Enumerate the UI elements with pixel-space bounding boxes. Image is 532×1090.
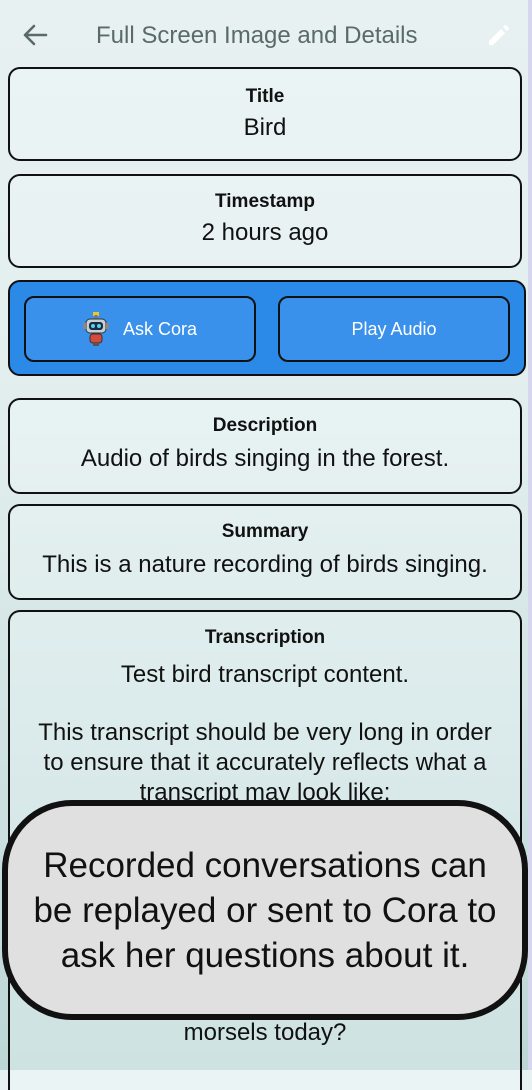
timestamp-card: Timestamp 2 hours ago: [8, 174, 522, 268]
timestamp-value: 2 hours ago: [201, 219, 329, 246]
action-bar: Ask Cora Play Audio: [8, 280, 526, 376]
summary-label: Summary: [221, 521, 309, 542]
transcription-first-line: Test bird transcript content.: [120, 661, 410, 688]
transcription-paragraph: This transcript should be very long in o…: [38, 719, 492, 806]
pencil-icon[interactable]: [484, 20, 514, 50]
transcription-tail: morsels today?: [183, 1019, 347, 1046]
summary-value: This is a nature recording of birds sing…: [42, 551, 488, 578]
description-card: Description Audio of birds singing in th…: [8, 398, 522, 494]
ask-cora-button[interactable]: Ask Cora: [24, 296, 256, 362]
summary-card: Summary This is a nature recording of bi…: [8, 504, 522, 600]
description-label: Description: [212, 415, 318, 436]
timestamp-label: Timestamp: [215, 191, 315, 212]
play-audio-button[interactable]: Play Audio: [278, 296, 510, 362]
robot-icon: [82, 312, 109, 346]
arrow-left-icon[interactable]: [20, 20, 50, 50]
transcription-label: Transcription: [204, 627, 326, 648]
description-value: Audio of birds singing in the forest.: [80, 445, 450, 472]
play-audio-label: Play Audio: [351, 318, 437, 339]
screen-edge: [528, 0, 532, 1070]
app-bar: Full Screen Image and Details: [0, 0, 532, 68]
title-card: Title Bird: [8, 67, 522, 161]
page-title: Full Screen Image and Details: [96, 22, 418, 49]
ask-cora-label: Ask Cora: [122, 318, 198, 339]
title-label: Title: [245, 86, 285, 107]
tutorial-callout: Recorded conversations can be replayed o…: [2, 800, 528, 1020]
title-value: Bird: [243, 114, 287, 141]
